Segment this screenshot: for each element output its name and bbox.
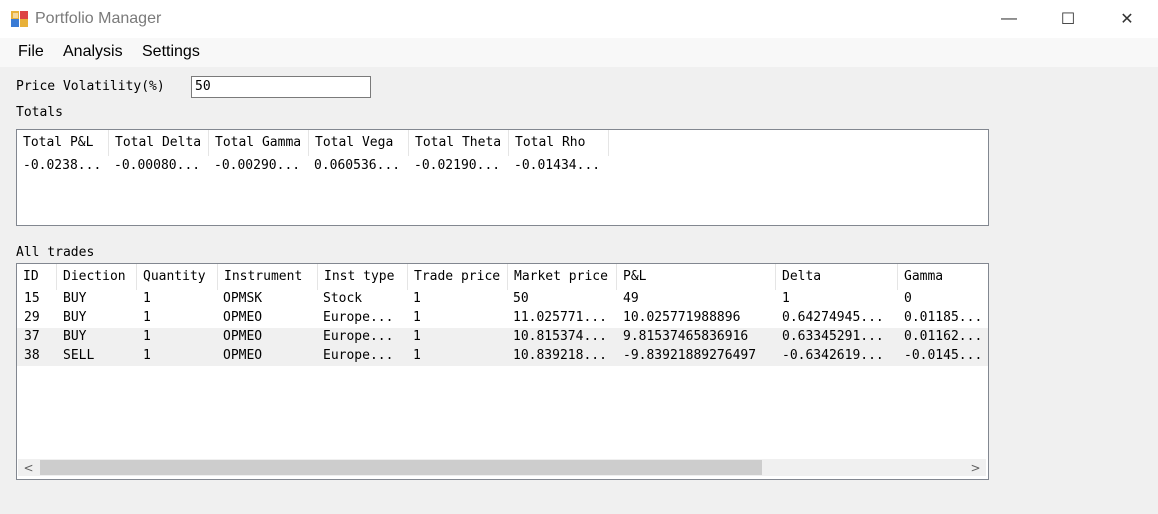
trade-inst-type: Europe... (323, 310, 394, 325)
col-header-gamma[interactable]: Gamma (898, 264, 988, 290)
menu-bar: File Analysis Settings (0, 38, 1158, 67)
col-header-inst-type[interactable]: Inst type (318, 264, 408, 290)
col-header-total-theta[interactable]: Total Theta (409, 130, 509, 156)
total-rho-value: -0.01434... (514, 158, 601, 173)
total-theta-value: -0.02190... (414, 158, 501, 173)
trade-id: 38 (24, 348, 40, 363)
trade-instrument: OPMEO (223, 348, 263, 363)
volatility-label: Price Volatility(%) (16, 79, 165, 94)
trade-price: 1 (413, 329, 421, 344)
trade-delta: -0.6342619... (782, 348, 884, 363)
total-vega-value: 0.060536... (314, 158, 401, 173)
col-header-total-vega[interactable]: Total Vega (309, 130, 409, 156)
trade-row[interactable]: 37 BUY 1 OPMEO Europe... 1 10.815374... … (17, 328, 988, 347)
all-trades-label: All trades (16, 245, 95, 260)
close-button[interactable]: ✕ (1098, 0, 1156, 38)
trade-price: 1 (413, 348, 421, 363)
volatility-input[interactable]: 50 (191, 76, 371, 98)
trade-pnl: 10.025771988896 (623, 310, 741, 325)
window-title: Portfolio Manager (35, 10, 162, 27)
trade-pnl: 49 (623, 291, 639, 306)
trade-market-price: 10.839218... (513, 348, 607, 363)
col-header-instrument[interactable]: Instrument (218, 264, 318, 290)
trade-gamma: -0.0145... (904, 348, 983, 363)
totals-row[interactable]: -0.0238... -0.00080... -0.00290... 0.060… (17, 157, 988, 176)
col-header-delta[interactable]: Delta (776, 264, 898, 290)
trade-pnl: -9.83921889276497 (623, 348, 757, 363)
trade-price: 1 (413, 310, 421, 325)
col-header-total-rho[interactable]: Total Rho (509, 130, 609, 156)
col-header-total-pnl[interactable]: Total P&L (17, 130, 109, 156)
menu-file[interactable]: File (17, 43, 45, 61)
trade-instrument: OPMEO (223, 329, 263, 344)
trade-row[interactable]: 15 BUY 1 OPMSK Stock 1 50 49 1 0 (17, 290, 988, 309)
trade-delta: 0.64274945... (782, 310, 884, 325)
title-bar: Portfolio Manager — ☐ ✕ (0, 0, 1158, 38)
trade-row[interactable]: 29 BUY 1 OPMEO Europe... 1 11.025771... … (17, 309, 988, 328)
trade-pnl: 9.81537465836916 (623, 329, 749, 344)
trade-quantity: 1 (143, 291, 151, 306)
col-header-market-price[interactable]: Market price (508, 264, 617, 290)
trade-quantity: 1 (143, 348, 151, 363)
trade-id: 29 (24, 310, 40, 325)
maximize-button[interactable]: ☐ (1039, 0, 1097, 38)
trade-id: 37 (24, 329, 40, 344)
scrollbar-thumb[interactable] (40, 460, 762, 475)
trade-instrument: OPMEO (223, 310, 263, 325)
col-header-quantity[interactable]: Quantity (137, 264, 218, 290)
trade-direction: BUY (63, 310, 87, 325)
minimize-button[interactable]: — (980, 0, 1038, 38)
col-header-trade-price[interactable]: Trade price (408, 264, 508, 290)
trade-gamma: 0.01162... (904, 329, 983, 344)
trade-direction: SELL (63, 348, 95, 363)
trade-gamma: 0.01185... (904, 310, 983, 325)
totals-list[interactable]: Total P&L Total Delta Total Gamma Total … (16, 129, 989, 226)
trade-market-price: 50 (513, 291, 529, 306)
menu-analysis[interactable]: Analysis (62, 43, 124, 61)
trade-quantity: 1 (143, 329, 151, 344)
scroll-left-icon[interactable]: < (20, 459, 37, 476)
col-header-total-gamma[interactable]: Total Gamma (209, 130, 309, 156)
trades-list[interactable]: ID Diection Quantity Instrument Inst typ… (16, 263, 989, 480)
total-gamma-value: -0.00290... (214, 158, 301, 173)
horizontal-scrollbar[interactable]: < > (18, 459, 986, 476)
trade-delta: 1 (782, 291, 790, 306)
menu-settings[interactable]: Settings (141, 43, 201, 61)
col-header-direction[interactable]: Diection (57, 264, 137, 290)
trade-instrument: OPMSK (223, 291, 263, 306)
trade-direction: BUY (63, 291, 87, 306)
trade-market-price: 10.815374... (513, 329, 607, 344)
trade-row[interactable]: 38 SELL 1 OPMEO Europe... 1 10.839218...… (17, 347, 988, 366)
col-header-total-delta[interactable]: Total Delta (109, 130, 209, 156)
total-pnl-value: -0.0238... (23, 158, 102, 173)
trade-direction: BUY (63, 329, 87, 344)
col-header-pnl[interactable]: P&L (617, 264, 776, 290)
totals-label: Totals (16, 105, 63, 120)
col-header-id[interactable]: ID (17, 264, 57, 290)
trade-inst-type: Stock (323, 291, 363, 306)
app-icon (11, 11, 28, 27)
trade-quantity: 1 (143, 310, 151, 325)
trade-market-price: 11.025771... (513, 310, 607, 325)
trade-price: 1 (413, 291, 421, 306)
trade-id: 15 (24, 291, 40, 306)
trade-inst-type: Europe... (323, 329, 394, 344)
scroll-right-icon[interactable]: > (967, 459, 984, 476)
trade-gamma: 0 (904, 291, 912, 306)
trade-delta: 0.63345291... (782, 329, 884, 344)
total-delta-value: -0.00080... (114, 158, 201, 173)
trade-inst-type: Europe... (323, 348, 394, 363)
